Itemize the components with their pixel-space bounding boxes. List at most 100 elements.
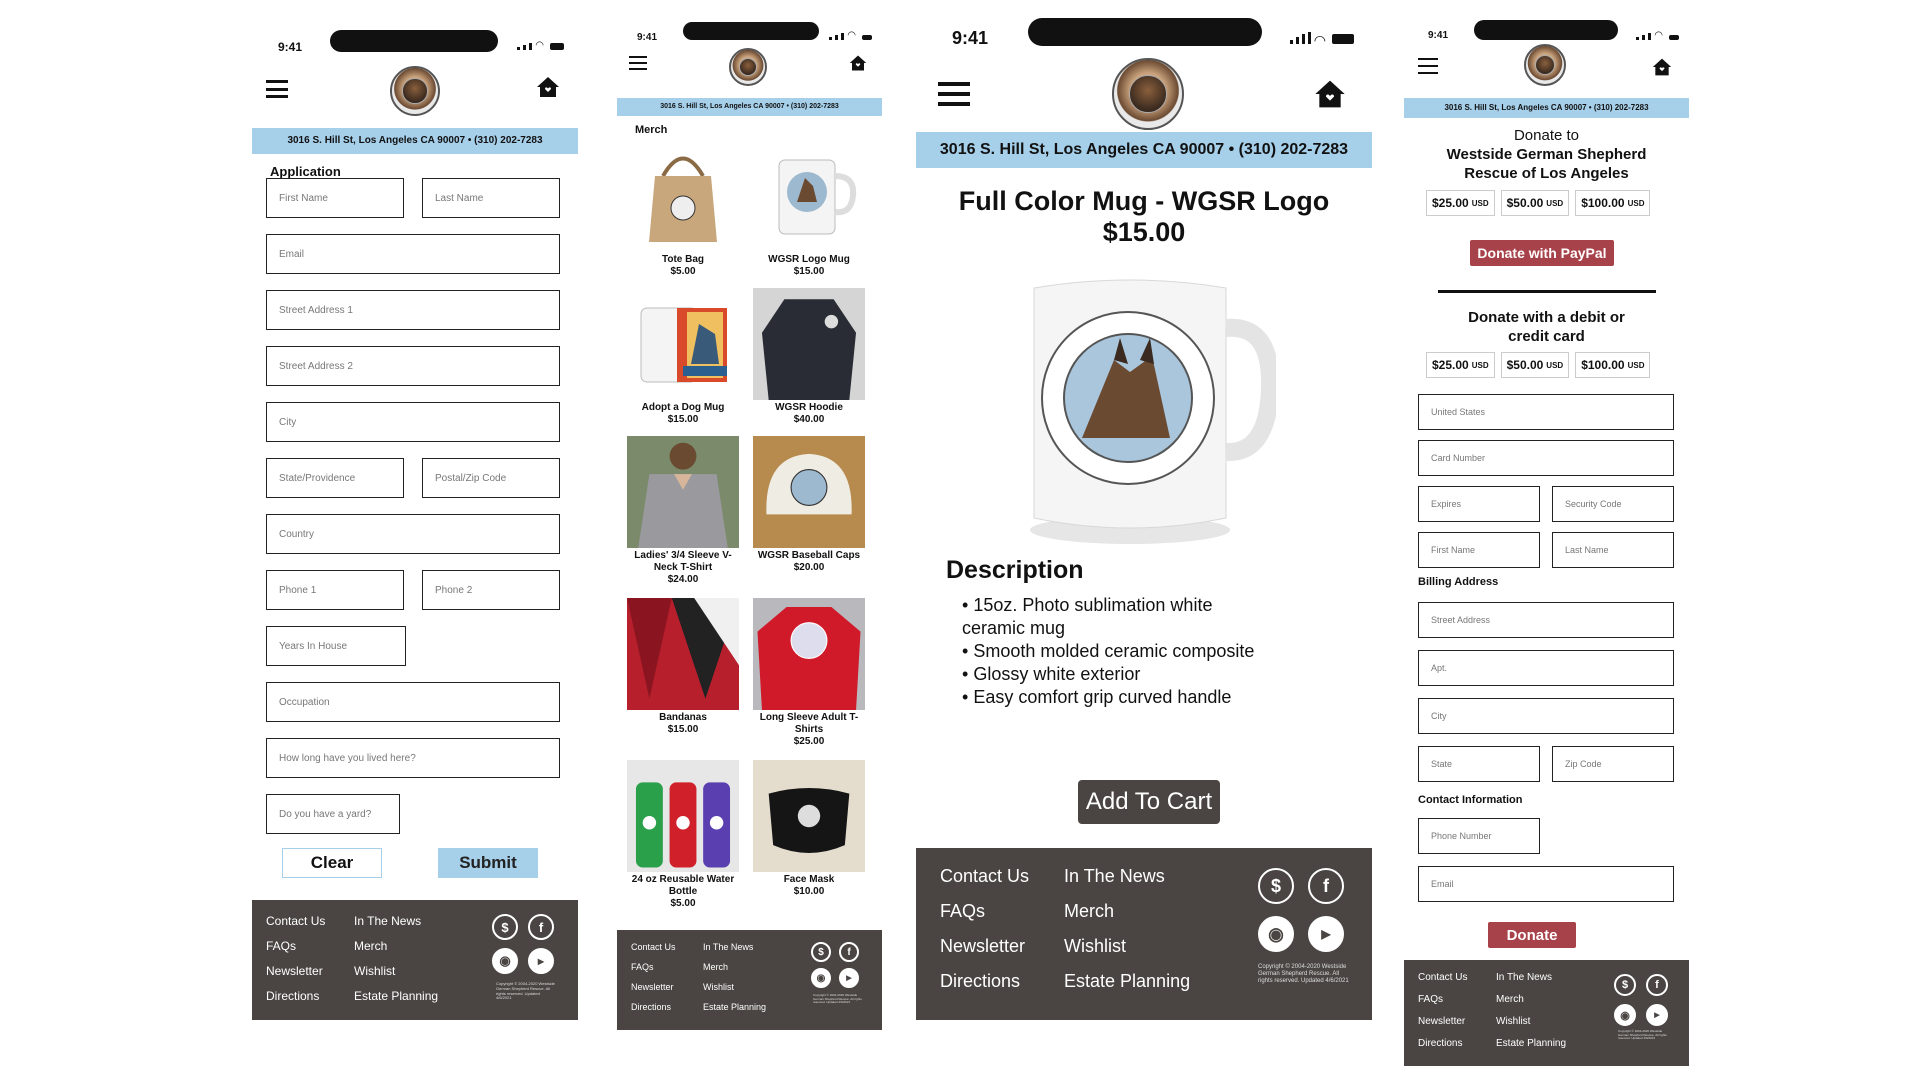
email-field[interactable]: Email (1418, 866, 1674, 902)
footer-link-newsletter[interactable]: Newsletter (1418, 1016, 1467, 1027)
footer-link-merch[interactable]: Merch (1064, 901, 1190, 922)
instagram-icon[interactable]: ◉ (811, 968, 831, 988)
instagram-icon[interactable]: ◉ (1258, 916, 1294, 952)
country-field[interactable]: Country (266, 514, 560, 554)
street-address-1-field[interactable]: Street Address 1 (266, 290, 560, 330)
product-card[interactable]: Long Sleeve Adult T-Shirts $25.00 (751, 598, 867, 748)
product-card[interactable]: Ladies' 3/4 Sleeve V-Neck T-Shirt $24.00 (625, 436, 741, 586)
footer-link-wishlist[interactable]: Wishlist (1064, 936, 1190, 957)
footer-link-faqs[interactable]: FAQs (631, 962, 676, 972)
footer-link-news[interactable]: In The News (1496, 972, 1566, 983)
footer-link-merch[interactable]: Merch (354, 939, 438, 953)
amount-50-button[interactable]: $50.00 USD (1500, 190, 1570, 216)
footer-link-news[interactable]: In The News (354, 914, 438, 928)
city-field[interactable]: City (1418, 698, 1674, 734)
footer-link-news[interactable]: In The News (703, 942, 766, 952)
expires-field[interactable]: Expires (1418, 486, 1540, 522)
footer-link-newsletter[interactable]: Newsletter (266, 964, 325, 978)
facebook-icon[interactable]: f (1646, 974, 1668, 996)
home-icon[interactable] (536, 74, 560, 100)
paypal-donate-button[interactable]: Donate with PayPal (1470, 240, 1614, 266)
product-card[interactable]: Bandanas $15.00 (625, 598, 741, 736)
amount-25-button[interactable]: $25.00 USD (1426, 352, 1495, 378)
youtube-icon[interactable]: ▶ (839, 968, 859, 988)
phone-number-field[interactable]: Phone Number (1418, 818, 1540, 854)
footer-link-estate[interactable]: Estate Planning (1496, 1038, 1566, 1049)
product-card[interactable]: Adopt a Dog Mug $15.00 (625, 288, 741, 426)
yard-field[interactable]: Do you have a yard? (266, 794, 400, 834)
add-to-cart-button[interactable]: Add To Cart (1078, 780, 1220, 824)
last-name-field[interactable]: Last Name (422, 178, 560, 218)
footer-link-directions[interactable]: Directions (266, 989, 325, 1003)
footer-link-merch[interactable]: Merch (703, 962, 766, 972)
footer-link-wishlist[interactable]: Wishlist (1496, 1016, 1566, 1027)
wgsr-logo[interactable] (1524, 44, 1566, 86)
wgsr-logo[interactable] (729, 48, 767, 86)
apt-field[interactable]: Apt. (1418, 650, 1674, 686)
youtube-icon[interactable]: ▶ (528, 948, 554, 974)
footer-link-contact[interactable]: Contact Us (940, 866, 1029, 887)
donate-button[interactable]: Donate (1488, 922, 1576, 948)
home-icon[interactable] (1652, 56, 1672, 78)
wgsr-logo[interactable] (390, 66, 440, 116)
dollar-icon[interactable]: $ (492, 914, 518, 940)
facebook-icon[interactable]: f (528, 914, 554, 940)
menu-icon[interactable] (938, 82, 970, 106)
amount-25-button[interactable]: $25.00 USD (1426, 190, 1495, 216)
amount-100-button[interactable]: $100.00 USD (1575, 352, 1651, 378)
product-card[interactable]: WGSR Logo Mug $15.00 (751, 140, 867, 278)
first-name-field[interactable]: First Name (266, 178, 404, 218)
footer-link-directions[interactable]: Directions (1418, 1038, 1467, 1049)
footer-link-wishlist[interactable]: Wishlist (354, 964, 438, 978)
email-field[interactable]: Email (266, 234, 560, 274)
product-card[interactable]: Tote Bag $5.00 (625, 140, 741, 278)
state-field[interactable]: State/Providence (266, 458, 404, 498)
product-card[interactable]: WGSR Hoodie $40.00 (751, 288, 867, 426)
dollar-icon[interactable]: $ (1614, 974, 1636, 996)
clear-button[interactable]: Clear (282, 848, 382, 878)
zip-field[interactable]: Postal/Zip Code (422, 458, 560, 498)
home-icon[interactable] (849, 54, 867, 72)
state-field[interactable]: State (1418, 746, 1540, 782)
wgsr-logo[interactable] (1112, 58, 1184, 130)
footer-link-faqs[interactable]: FAQs (266, 939, 325, 953)
facebook-icon[interactable]: f (839, 942, 859, 962)
product-card[interactable]: 24 oz Reusable Water Bottle $5.00 (625, 760, 741, 910)
country-select[interactable]: United States (1418, 394, 1674, 430)
occupation-field[interactable]: Occupation (266, 682, 560, 722)
product-card[interactable]: WGSR Baseball Caps $20.00 (751, 436, 867, 574)
security-code-field[interactable]: Security Code (1552, 486, 1674, 522)
street-address-2-field[interactable]: Street Address 2 (266, 346, 560, 386)
footer-link-contact[interactable]: Contact Us (266, 914, 325, 928)
footer-link-wishlist[interactable]: Wishlist (703, 982, 766, 992)
youtube-icon[interactable]: ▶ (1646, 1004, 1668, 1026)
first-name-field[interactable]: First Name (1418, 532, 1540, 568)
last-name-field[interactable]: Last Name (1552, 532, 1674, 568)
city-field[interactable]: City (266, 402, 560, 442)
footer-link-directions[interactable]: Directions (940, 971, 1029, 992)
amount-50-button[interactable]: $50.00 USD (1500, 352, 1570, 378)
years-in-house-field[interactable]: Years In House (266, 626, 406, 666)
footer-link-estate[interactable]: Estate Planning (1064, 971, 1190, 992)
how-long-field[interactable]: How long have you lived here? (266, 738, 560, 778)
footer-link-estate[interactable]: Estate Planning (354, 989, 438, 1003)
footer-link-merch[interactable]: Merch (1496, 994, 1566, 1005)
instagram-icon[interactable]: ◉ (492, 948, 518, 974)
footer-link-contact[interactable]: Contact Us (1418, 972, 1467, 983)
facebook-icon[interactable]: f (1308, 868, 1344, 904)
zip-code-field[interactable]: Zip Code (1552, 746, 1674, 782)
submit-button[interactable]: Submit (438, 848, 538, 878)
footer-link-directions[interactable]: Directions (631, 1002, 676, 1012)
youtube-icon[interactable]: ▶ (1308, 916, 1344, 952)
menu-icon[interactable] (266, 80, 288, 98)
dollar-icon[interactable]: $ (1258, 868, 1294, 904)
footer-link-newsletter[interactable]: Newsletter (940, 936, 1029, 957)
dollar-icon[interactable]: $ (811, 942, 831, 962)
card-number-field[interactable]: Card Number (1418, 440, 1674, 476)
street-address-field[interactable]: Street Address (1418, 602, 1674, 638)
footer-link-newsletter[interactable]: Newsletter (631, 982, 676, 992)
menu-icon[interactable] (1418, 58, 1438, 74)
phone-1-field[interactable]: Phone 1 (266, 570, 404, 610)
phone-2-field[interactable]: Phone 2 (422, 570, 560, 610)
footer-link-estate[interactable]: Estate Planning (703, 1002, 766, 1012)
